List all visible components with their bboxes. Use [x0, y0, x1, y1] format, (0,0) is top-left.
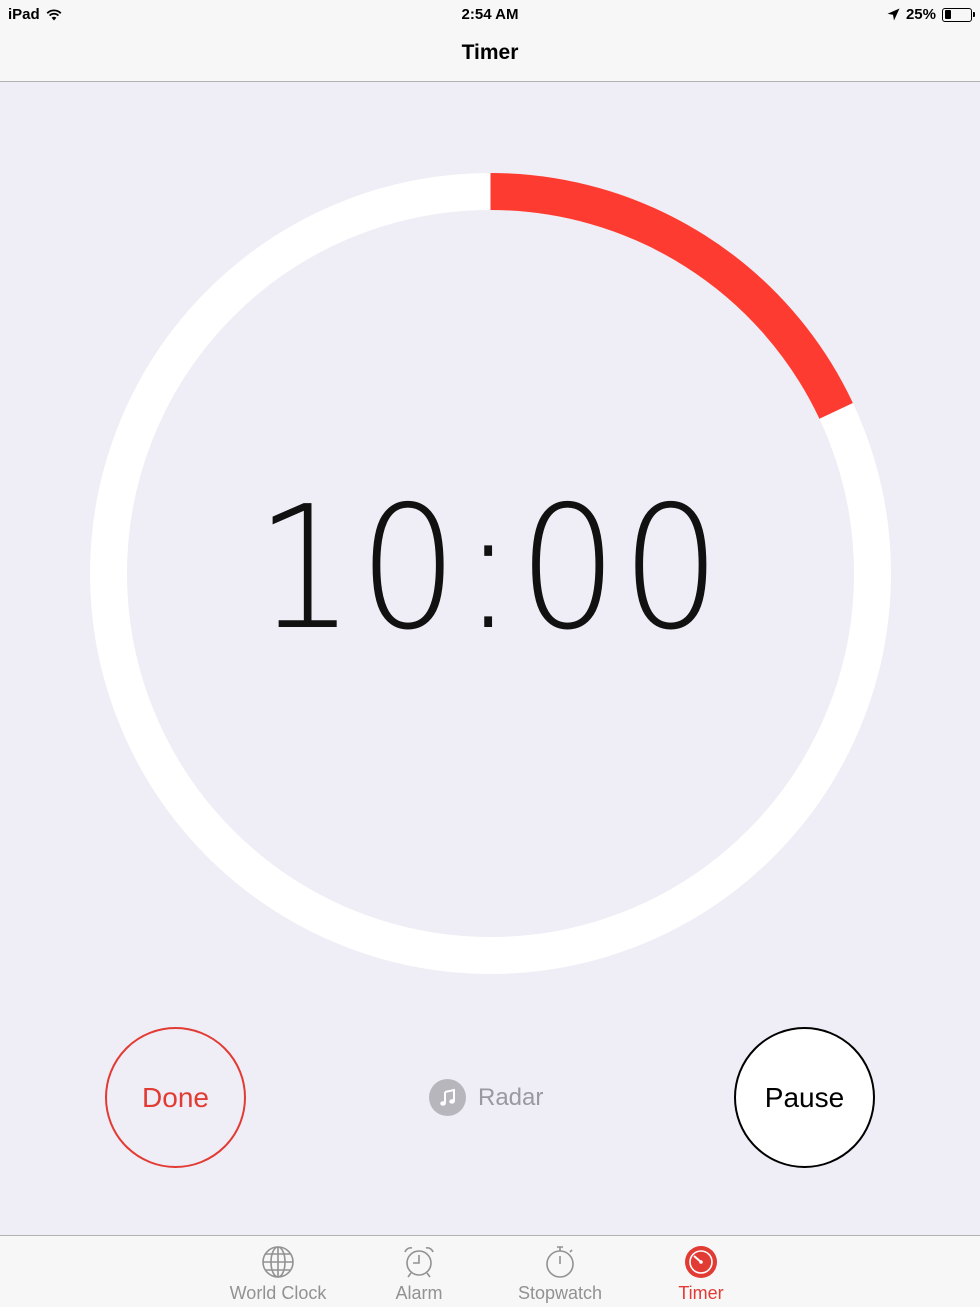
timer-icon — [685, 1246, 717, 1278]
location-arrow-icon — [887, 8, 900, 21]
status-time: 2:54 AM — [461, 6, 519, 23]
tab-alarm[interactable]: Alarm — [349, 1244, 489, 1304]
tab-label: Timer — [678, 1283, 724, 1303]
tab-label: World Clock — [229, 1283, 327, 1303]
done-button-label: Done — [142, 1081, 209, 1113]
pause-button[interactable]: Pause — [734, 1027, 875, 1168]
tab-world-clock[interactable]: World Clock — [208, 1244, 348, 1304]
music-note-icon — [429, 1079, 466, 1116]
done-button[interactable]: Done — [105, 1027, 246, 1168]
tab-stopwatch[interactable]: Stopwatch — [490, 1244, 630, 1304]
sound-selector[interactable]: Radar — [429, 1079, 543, 1116]
sound-label: Radar — [478, 1083, 544, 1111]
globe-icon — [262, 1246, 294, 1278]
tab-label: Alarm — [395, 1283, 443, 1303]
pause-button-label: Pause — [764, 1081, 845, 1113]
battery-level — [944, 10, 951, 19]
tab-label: Stopwatch — [517, 1283, 603, 1303]
alarm-clock-icon — [404, 1247, 434, 1278]
tab-timer[interactable]: Timer — [631, 1244, 771, 1304]
stopwatch-icon — [546, 1246, 574, 1278]
battery-icon — [942, 7, 975, 22]
status-right: 25% — [887, 6, 975, 23]
page-title: Timer — [461, 41, 519, 64]
battery-percent: 25% — [905, 6, 936, 23]
timer-countdown: 10:00 — [255, 470, 725, 668]
top-bar: iPad 2:54 AM 25% Timer — [0, 0, 980, 82]
tab-bar: World Clock Alarm Stopwatch Timer — [0, 1235, 980, 1307]
